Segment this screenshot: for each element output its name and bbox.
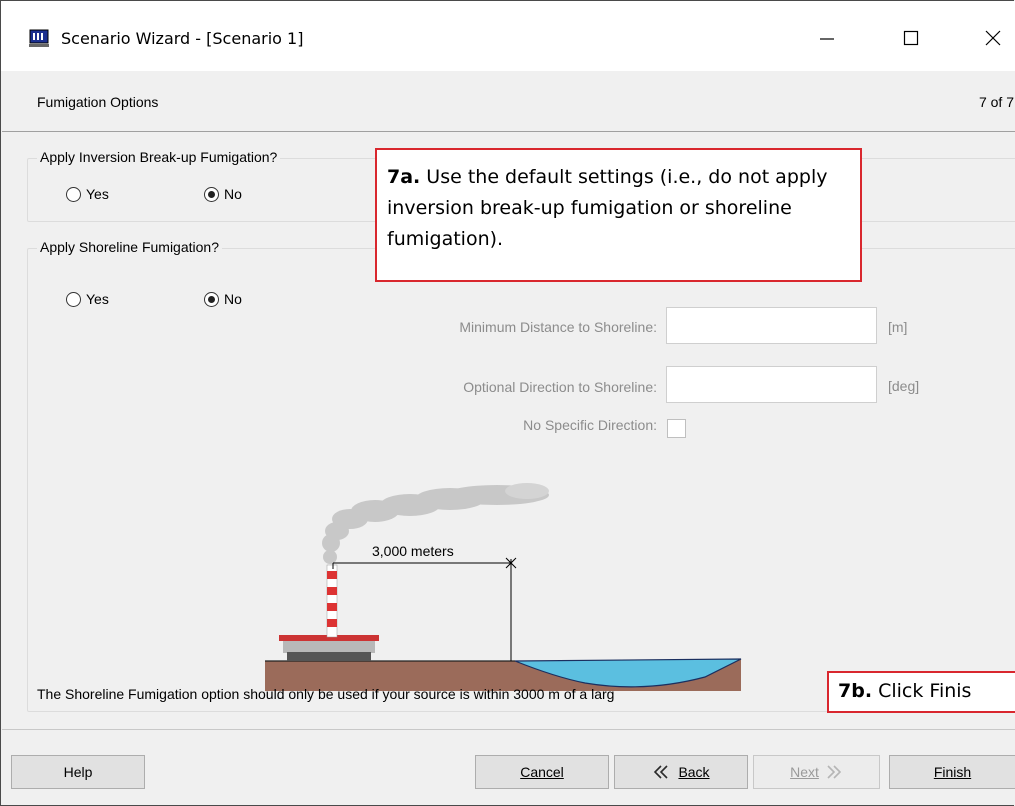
chimney xyxy=(326,564,338,638)
radio-label: No xyxy=(224,186,242,202)
next-arrow-icon xyxy=(827,765,842,779)
maximize-button[interactable] xyxy=(891,21,931,55)
next-label: Next xyxy=(790,764,819,780)
finish-button[interactable]: Finish xyxy=(889,755,1015,789)
step-indicator: 7 of 7 xyxy=(978,94,1014,110)
no-specific-direction-label: No Specific Direction: xyxy=(523,417,657,433)
callout-7a-text: Use the default settings (i.e., do not a… xyxy=(387,166,828,250)
callout-7b-label: 7b. xyxy=(838,680,873,702)
cancel-button[interactable]: Cancel xyxy=(475,755,609,789)
radio-circle xyxy=(66,291,81,307)
back-label: Back xyxy=(678,764,710,780)
min-distance-label: Minimum Distance to Shoreline: xyxy=(459,319,657,335)
close-icon xyxy=(985,30,1001,46)
radio-circle-selected xyxy=(204,291,219,307)
shoreline-note: The Shoreline Fumigation option should o… xyxy=(37,686,615,702)
close-button[interactable] xyxy=(973,21,1013,55)
bottom-separator xyxy=(2,729,1015,730)
next-button[interactable]: Next xyxy=(753,755,880,789)
minimize-icon xyxy=(820,38,834,40)
radio-label: Yes xyxy=(86,186,109,202)
min-distance-unit: [m] xyxy=(888,319,908,335)
window-title: Scenario Wizard - [Scenario 1] xyxy=(61,29,304,48)
factory-building xyxy=(283,639,375,653)
distance-label: 3,000 meters xyxy=(372,543,454,559)
radio-label: No xyxy=(224,291,242,307)
inversion-yes-radio[interactable]: Yes xyxy=(66,186,109,202)
help-button[interactable]: Help xyxy=(11,755,145,789)
minimize-button[interactable] xyxy=(807,21,847,55)
callout-7b: 7b. Click Finis xyxy=(827,671,1015,713)
direction-unit: [deg] xyxy=(888,378,920,394)
direction-label: Optional Direction to Shoreline: xyxy=(463,379,657,395)
radio-circle xyxy=(66,186,81,202)
radio-label: Yes xyxy=(86,291,109,307)
shoreline-yes-radio[interactable]: Yes xyxy=(66,291,109,307)
shoreline-no-radio[interactable]: No xyxy=(204,291,242,307)
back-arrow-icon xyxy=(654,765,669,779)
inversion-group-label: Apply Inversion Break-up Fumigation? xyxy=(37,149,281,165)
shoreline-illustration xyxy=(265,483,742,691)
back-button[interactable]: Back xyxy=(614,755,748,789)
app-icon xyxy=(29,29,49,47)
finish-label: Finish xyxy=(933,764,972,780)
radio-circle-selected xyxy=(204,186,219,202)
page-title: Fumigation Options xyxy=(37,94,159,110)
wizard-window: Scenario Wizard - [Scenario 1] Fumigatio… xyxy=(0,0,1015,806)
title-bar: Scenario Wizard - [Scenario 1] xyxy=(1,1,1015,71)
direction-input[interactable] xyxy=(666,366,877,403)
cancel-label: Cancel xyxy=(520,764,564,780)
no-specific-direction-checkbox[interactable] xyxy=(667,419,686,438)
inversion-no-radio[interactable]: No xyxy=(204,186,242,202)
callout-7a: 7a. Use the default settings (i.e., do n… xyxy=(375,148,862,282)
min-distance-input[interactable] xyxy=(666,307,877,344)
callout-7a-label: 7a. xyxy=(387,166,421,188)
maximize-icon xyxy=(903,30,919,46)
callout-7b-text: Click Finis xyxy=(872,680,972,702)
shoreline-group-label: Apply Shoreline Fumigation? xyxy=(37,239,222,255)
